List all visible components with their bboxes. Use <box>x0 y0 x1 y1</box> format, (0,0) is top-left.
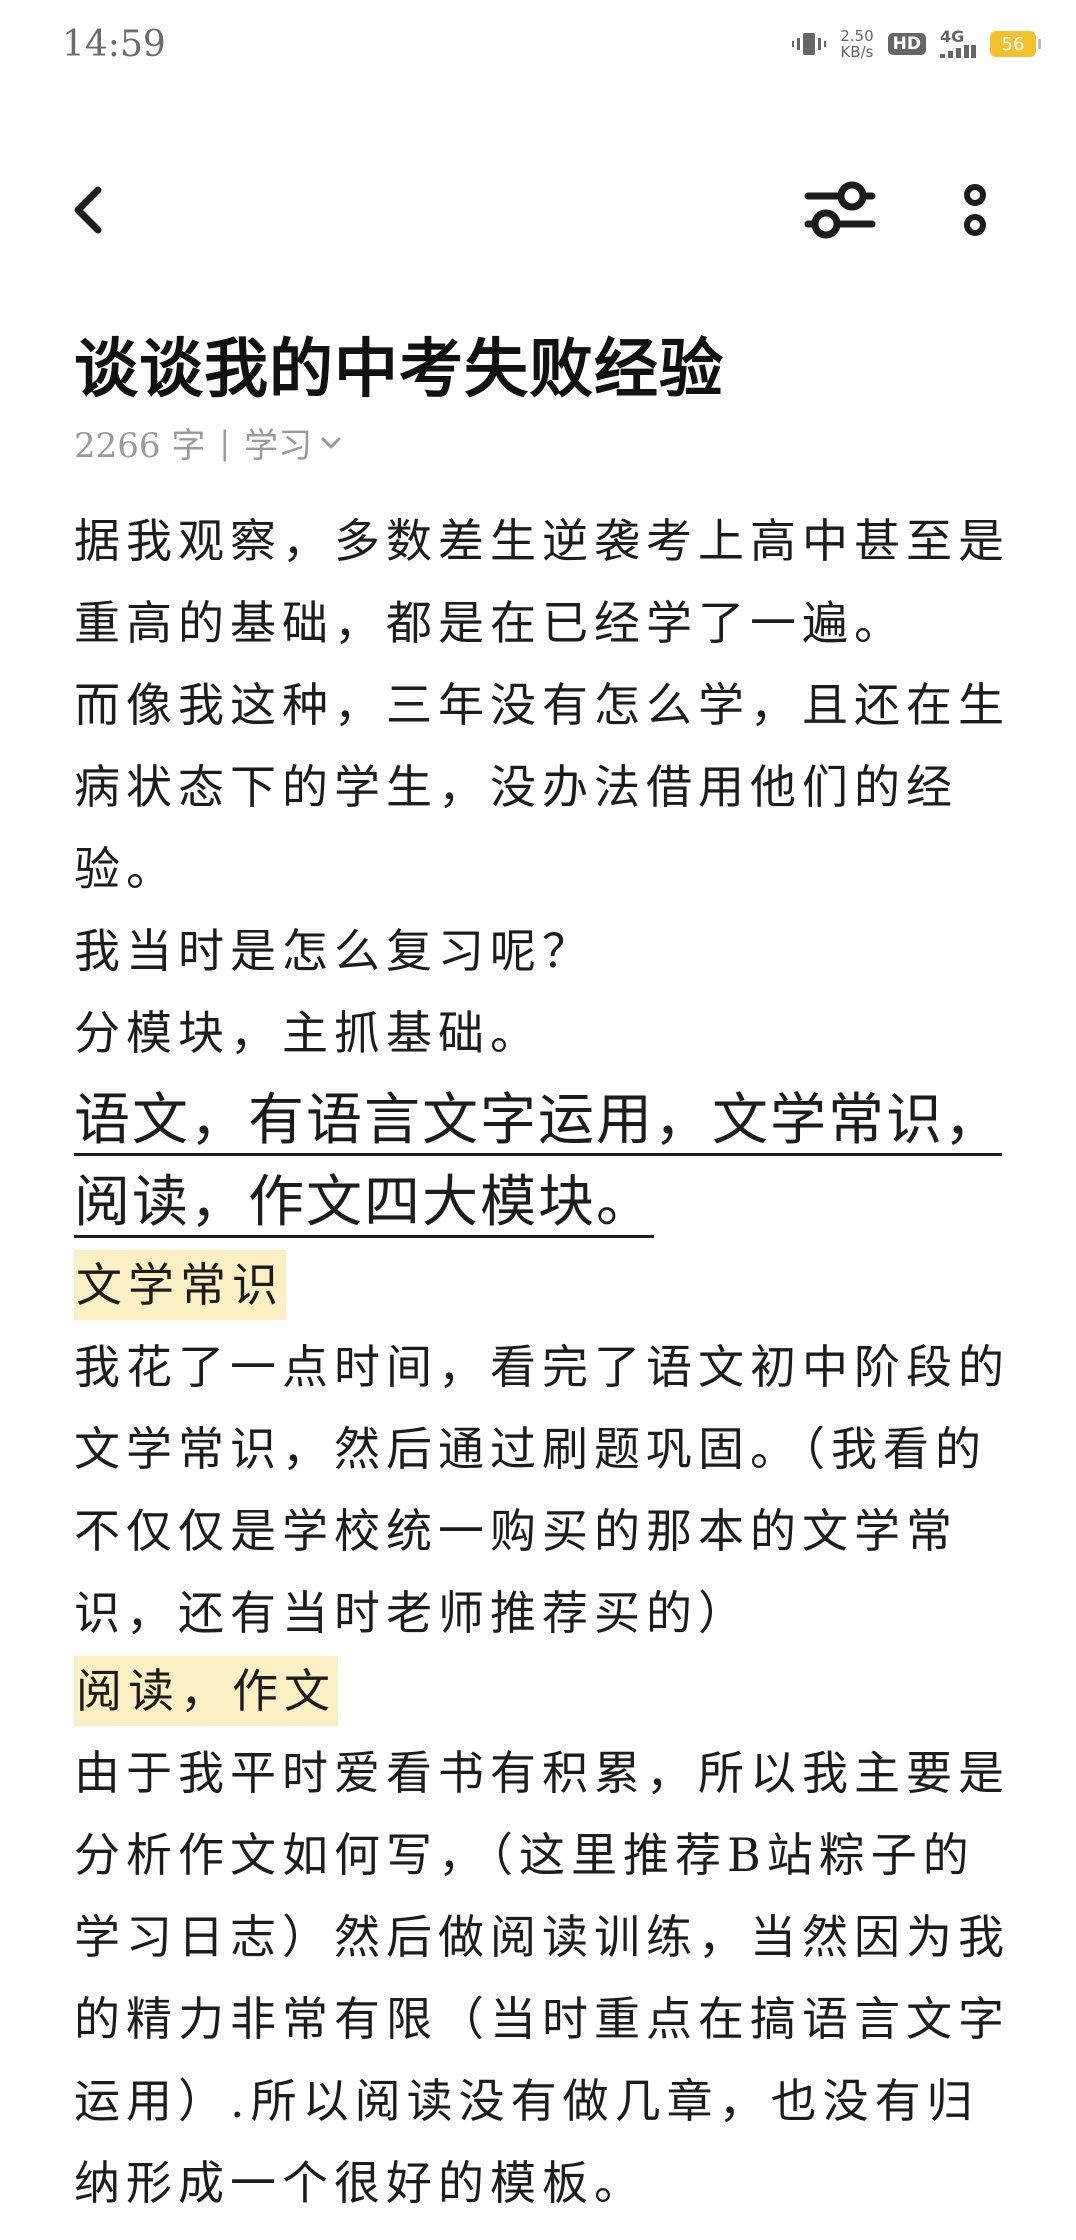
more-button[interactable] <box>950 170 1000 250</box>
highlighted-subtitle: 阅读，作文 <box>74 1656 338 1726</box>
hd-badge: HD <box>887 33 926 55</box>
net-speed-unit: KB/s <box>840 43 874 61</box>
signal-indicator: 4G <box>940 27 976 58</box>
category-selector[interactable]: 学习 <box>244 418 342 467</box>
highlight-block: 文学常识 <box>74 1250 1014 1320</box>
net-speed: 2.50 KB/s <box>840 28 873 60</box>
status-time: 14:59 <box>62 24 166 65</box>
status-icons: 2.50 KB/s HD 4G 56 <box>792 27 1041 60</box>
article-meta: 2266 字 | 学习 <box>74 418 342 467</box>
sliders-icon <box>804 181 876 239</box>
toolbar <box>0 150 1076 270</box>
battery-icon: 56 <box>990 31 1041 57</box>
paragraph: 据我观察，多数差生逆袭考上高中甚至是重高的基础，都是在已经学了一遍。 <box>74 514 1010 650</box>
highlighted-subtitle: 文学常识 <box>74 1250 286 1320</box>
highlight-block: 阅读，作文 <box>74 1656 1014 1726</box>
section-heading: 语文，有语言文字运用，文学常识，阅读，作文四大模块。 <box>74 1088 1002 1235</box>
status-bar: 14:59 2.50 KB/s HD 4G 56 <box>0 0 1076 100</box>
chevron-left-icon <box>74 186 102 234</box>
network-type: 4G <box>940 27 965 46</box>
battery-level: 56 <box>1001 33 1025 55</box>
article-body[interactable]: 据我观察，多数差生逆袭考上高中甚至是重高的基础，都是在已经学了一遍。 而像我这种… <box>74 500 1014 2224</box>
word-count: 2266 字 <box>74 426 206 466</box>
paragraph: 由于我平时爱看书有积累，所以我主要是分析作文如何写，（这里推荐B站粽子的学习日志… <box>74 1746 1010 2210</box>
paragraph: 我当时是怎么复习呢？ <box>74 924 594 978</box>
signal-icon <box>940 45 976 58</box>
meta-separator: | <box>219 423 231 462</box>
paragraph: 而像我这种，三年没有怎么学，且还在生病状态下的学生，没办法借用他们的经验。 <box>74 678 1010 896</box>
paragraph: 分模块，主抓基础。 <box>74 1006 542 1060</box>
net-speed-value: 2.50 <box>840 27 874 45</box>
category-label: 学习 <box>244 426 313 466</box>
back-button[interactable] <box>60 180 120 240</box>
paragraph: 我花了一点时间，看完了语文初中阶段的文学常识，然后通过刷题巩固。（我看的不仅仅是… <box>74 1340 1010 1640</box>
vibrate-icon <box>792 33 827 55</box>
more-vertical-icon <box>964 184 986 236</box>
adjust-button[interactable] <box>800 170 880 250</box>
chevron-down-icon <box>321 437 341 448</box>
article-title: 谈谈我的中考失败经验 <box>74 333 724 407</box>
